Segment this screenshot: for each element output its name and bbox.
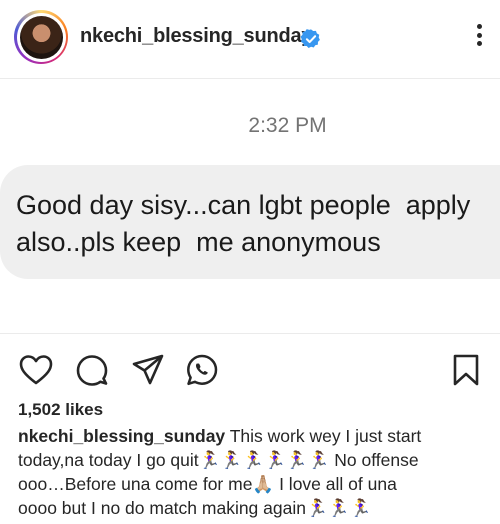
caption-line-1: nkechi_blessing_sunday This work wey I j… — [18, 424, 488, 448]
username[interactable]: nkechi_blessing_sunday — [80, 25, 313, 48]
caption-username[interactable]: nkechi_blessing_sunday — [18, 426, 225, 446]
caption-line-2: today,na today I go quit🏃‍♀️🏃‍♀️🏃‍♀️🏃‍♀️… — [18, 450, 419, 470]
message-bubble: Good day sisy...can lgbt people apply al… — [0, 165, 500, 279]
avatar[interactable] — [19, 15, 63, 59]
whatsapp-icon[interactable] — [184, 352, 220, 388]
heart-icon[interactable] — [18, 352, 54, 388]
post-header: nkechi_blessing_sunday — [0, 0, 500, 78]
comment-icon[interactable] — [74, 352, 110, 388]
more-options-icon[interactable] — [472, 24, 486, 52]
story-ring[interactable] — [14, 10, 68, 64]
caption-line-4: oooo but I no do match making again🏃‍♀️🏃… — [18, 498, 372, 518]
message-line-1: Good day sisy...can lgbt people apply — [16, 190, 471, 220]
avatar-frame — [16, 12, 66, 62]
bookmark-icon[interactable] — [448, 352, 484, 388]
post-image[interactable]: 2:32 PM Good day sisy...can lgbt people … — [0, 78, 500, 334]
caption-line-3: ooo…Before una come for me🙏🏼 I love all … — [18, 474, 397, 494]
action-bar — [0, 350, 500, 390]
verified-badge-icon — [300, 29, 320, 48]
message-text: Good day sisy...can lgbt people apply al… — [16, 187, 500, 261]
caption: nkechi_blessing_sunday This work wey I j… — [18, 424, 488, 520]
likes-count[interactable]: 1,502 likes — [18, 400, 103, 420]
message-line-2: also..pls keep me anonymous — [16, 227, 381, 257]
message-timestamp: 2:32 PM — [248, 114, 327, 137]
share-icon[interactable] — [130, 352, 166, 388]
caption-text-1: This work wey I just start — [225, 426, 422, 446]
